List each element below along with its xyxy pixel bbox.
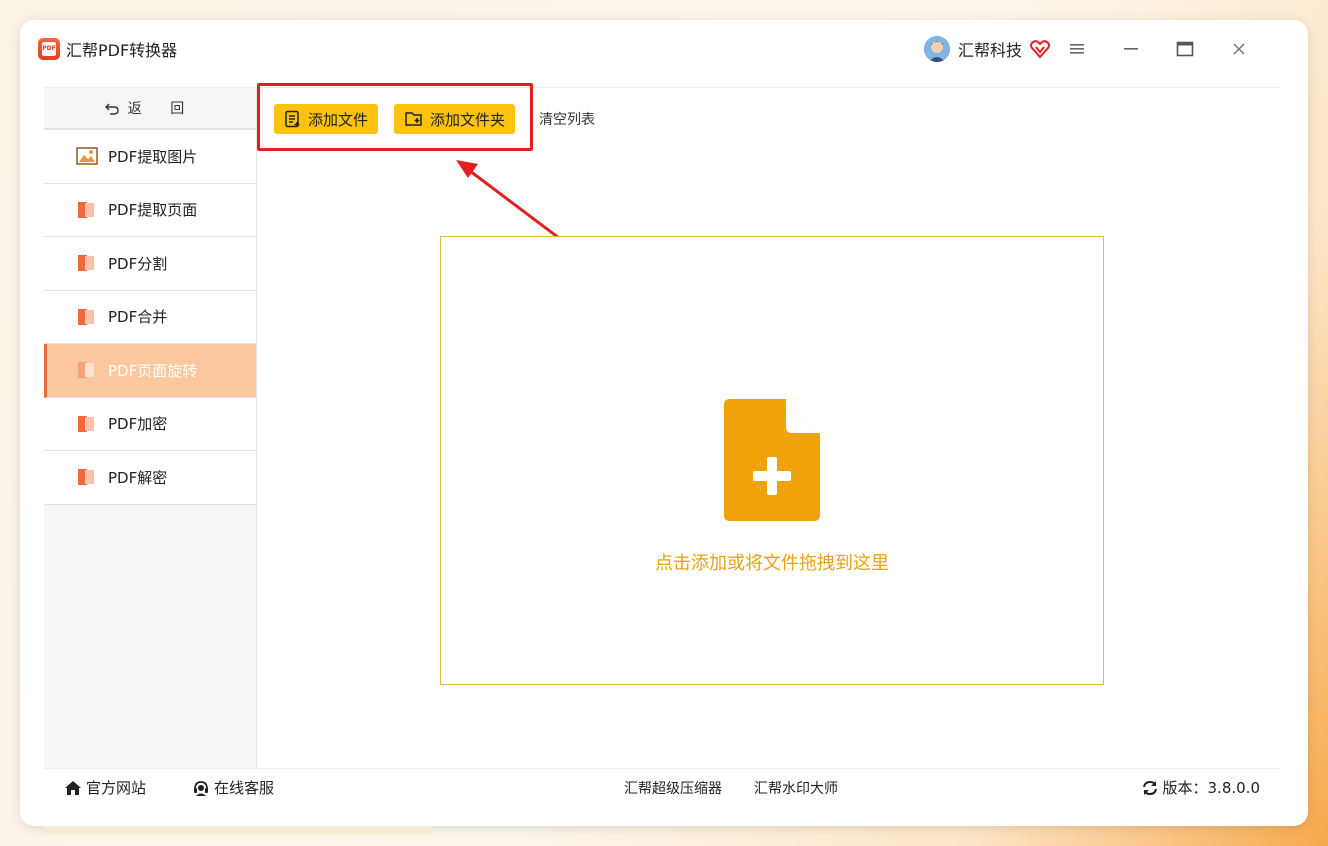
menu-icon[interactable] [1050, 34, 1104, 64]
pdf-file-icon [76, 415, 98, 433]
compressor-link[interactable]: 汇帮超级压缩器 [624, 778, 722, 798]
sidebar-item-label: PDF页面旋转 [108, 361, 198, 380]
headset-icon [192, 780, 210, 796]
file-dropzone[interactable]: 点击添加或将文件拖拽到这里 [440, 236, 1104, 685]
footer: 官方网站 在线客服 汇帮超级压缩器 汇帮水印大师 版本：3.8.0.0 [44, 768, 1280, 806]
online-support-link[interactable]: 在线客服 [192, 777, 274, 798]
home-icon [64, 780, 82, 796]
sidebar-item-rotate[interactable]: PDF页面旋转 [44, 344, 256, 398]
sidebar-item-label: PDF提取图片 [108, 147, 198, 166]
sidebar-item-split[interactable]: PDF分割 [44, 237, 256, 291]
maximize-icon[interactable] [1158, 34, 1212, 64]
title-bar: PDF 汇帮PDF转换器 汇帮科技 [24, 30, 1266, 68]
add-file-label: 添加文件 [308, 110, 369, 129]
pdf-file-icon [76, 308, 98, 326]
add-folder-icon [404, 110, 424, 128]
sidebar-item-decrypt[interactable]: PDF解密 [44, 451, 256, 505]
pdf-file-icon [76, 201, 98, 219]
app-title: 汇帮PDF转换器 [66, 41, 178, 60]
back-label: 返 回 [127, 101, 197, 117]
clear-list-button[interactable]: 清空列表 [539, 109, 595, 129]
official-website-link[interactable]: 官方网站 [64, 777, 146, 798]
add-file-icon [284, 110, 302, 128]
dropzone-hint: 点击添加或将文件拖拽到这里 [655, 553, 889, 574]
official-website-label: 官方网站 [86, 779, 147, 797]
close-icon[interactable] [1212, 34, 1266, 64]
add-folder-label: 添加文件夹 [430, 110, 506, 129]
watermark-link[interactable]: 汇帮水印大师 [754, 778, 838, 798]
app-logo-text: PDF [42, 42, 56, 56]
refresh-icon [1141, 779, 1159, 797]
version-info[interactable]: 版本：3.8.0.0 [1141, 777, 1260, 798]
sidebar-item-merge[interactable]: PDF合并 [44, 290, 256, 344]
sidebar-item-label: PDF加密 [108, 415, 168, 434]
online-support-label: 在线客服 [214, 779, 275, 797]
user-name[interactable]: 汇帮科技 [958, 37, 1022, 61]
sidebar-item-label: PDF分割 [108, 254, 168, 273]
sidebar-item-encrypt[interactable]: PDF加密 [44, 397, 256, 451]
sidebar-item-label: PDF解密 [108, 468, 168, 487]
app-logo-icon: PDF [38, 38, 60, 60]
window-bottom-edge [44, 826, 432, 834]
vip-heart-icon[interactable] [1030, 40, 1050, 58]
add-folder-button[interactable]: 添加文件夹 [394, 104, 516, 134]
version-label: 版本：3.8.0.0 [1162, 779, 1260, 797]
pdf-file-icon [76, 361, 98, 379]
sidebar-item-label: PDF合并 [108, 308, 168, 327]
minimize-icon[interactable] [1104, 34, 1158, 64]
sidebar-item-label: PDF提取页面 [108, 201, 198, 220]
back-arrow-icon [104, 103, 119, 115]
pdf-file-icon [76, 468, 98, 486]
sidebar-item-extract-pages[interactable]: PDF提取页面 [44, 183, 256, 237]
toolbar: 添加文件 添加文件夹 清空列表 [274, 104, 595, 134]
add-document-icon [724, 399, 820, 521]
add-file-button[interactable]: 添加文件 [274, 104, 379, 134]
image-icon [76, 147, 98, 165]
pdf-file-icon [76, 254, 98, 272]
user-avatar[interactable] [923, 36, 950, 62]
back-button[interactable]: 返 回 [44, 88, 256, 130]
sidebar-item-extract-images[interactable]: PDF提取图片 [44, 130, 256, 184]
sidebar: 返 回 PDF提取图片 PDF提取页面 PDF分割 PDF合并 PDF页面旋转 [44, 88, 257, 768]
